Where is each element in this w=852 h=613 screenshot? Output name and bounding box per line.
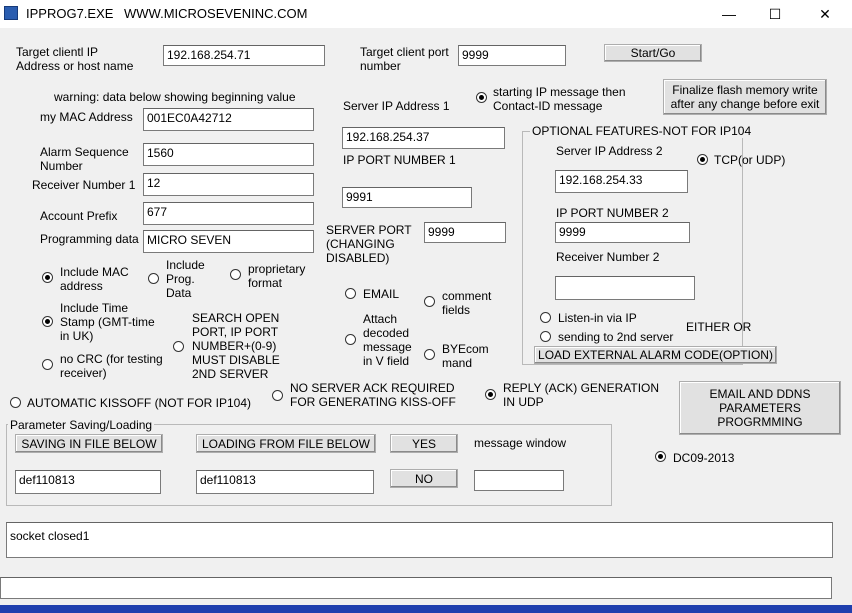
server-ip2-field[interactable]: 192.168.254.33 <box>555 170 688 193</box>
tcp-radio[interactable] <box>697 154 708 165</box>
server-port-field[interactable]: 9999 <box>424 222 506 243</box>
comment-label: comment fields <box>442 289 492 317</box>
listen-in-label: Listen-in via IP <box>558 311 637 325</box>
save-file-button[interactable]: SAVING IN FILE BELOW <box>15 434 163 453</box>
port1-label: IP PORT NUMBER 1 <box>343 153 456 167</box>
contact-id-radio[interactable] <box>476 92 487 103</box>
target-ip-label: Target clientl IP Address or host name <box>16 45 134 73</box>
close-icon[interactable]: ✕ <box>802 0 848 28</box>
app-icon <box>4 6 18 20</box>
email-label: EMAIL <box>363 287 400 301</box>
server-port-label: SERVER PORT (CHANGING DISABLED) <box>326 223 412 265</box>
minimize-icon[interactable]: — <box>706 0 752 28</box>
window-url: WWW.MICROSEVENINC.COM <box>124 6 308 21</box>
server-ip1-label: Server IP Address 1 <box>343 99 450 113</box>
second-server-radio[interactable] <box>540 331 551 342</box>
no-crc-radio[interactable] <box>42 359 53 370</box>
listen-in-radio[interactable] <box>540 312 551 323</box>
port2-label: IP PORT NUMBER 2 <box>556 206 669 220</box>
no-crc-label: no CRC (for testing receiver) <box>60 352 163 380</box>
optional-features-title: OPTIONAL FEATURES-NOT FOR IP104 <box>530 124 754 138</box>
no-ack-label: NO SERVER ACK REQUIRED FOR GENERATING KI… <box>290 381 456 409</box>
window-title: IPPROG7.EXE <box>26 6 114 21</box>
alarm-seq-field[interactable]: 1560 <box>143 143 314 166</box>
account-field[interactable]: 677 <box>143 202 314 225</box>
search-port-radio[interactable] <box>173 341 184 352</box>
contact-id-label: starting IP message then Contact-ID mess… <box>493 85 626 113</box>
mac-label: my MAC Address <box>40 110 133 124</box>
either-or-label: EITHER OR <box>686 320 752 334</box>
auto-kissoff-radio[interactable] <box>10 397 21 408</box>
dc09-label: DC09-2013 <box>673 451 735 465</box>
auto-kissoff-label: AUTOMATIC KISSOFF (NOT FOR IP104) <box>27 396 252 410</box>
byecom-label: BYEcom mand <box>442 342 489 370</box>
reply-ack-radio[interactable] <box>485 389 496 400</box>
load-alarm-code-button[interactable]: LOAD EXTERNAL ALARM CODE(OPTION) <box>534 346 777 364</box>
port1-field[interactable]: 9991 <box>342 187 472 208</box>
receiver-field[interactable]: 12 <box>143 173 314 196</box>
include-prog-radio[interactable] <box>148 273 159 284</box>
port2-field[interactable]: 9999 <box>555 222 690 243</box>
second-server-label: sending to 2nd server <box>558 330 674 344</box>
no-button[interactable]: NO <box>390 469 458 488</box>
param-group-title: Parameter Saving/Loading <box>8 418 155 432</box>
status-box[interactable]: socket closed1 <box>6 522 833 558</box>
load-file-button[interactable]: LOADING FROM FILE BELOW <box>196 434 376 453</box>
include-prog-label: Include Prog. Data <box>166 258 205 300</box>
email-ddns-button[interactable]: EMAIL AND DDNS PARAMETERS PROGRMMING <box>679 381 841 435</box>
receiver-label: Receiver Number 1 <box>32 178 136 192</box>
dc09-radio[interactable] <box>655 451 666 462</box>
alarm-seq-label: Alarm Sequence Number <box>40 145 129 173</box>
tcp-label: TCP(or UDP) <box>714 153 786 167</box>
include-mac-radio[interactable] <box>42 272 53 283</box>
target-ip-field[interactable]: 192.168.254.71 <box>163 45 325 66</box>
target-port-label: Target client port number <box>360 45 449 73</box>
reply-ack-label: REPLY (ACK) GENERATION IN UDP <box>503 381 660 409</box>
timestamp-label: Include Time Stamp (GMT-time in UK) <box>60 301 155 343</box>
receiver2-label: Receiver Number 2 <box>556 250 660 264</box>
email-radio[interactable] <box>345 288 356 299</box>
yes-button[interactable]: YES <box>390 434 458 453</box>
warning-text: warning: data below showing beginning va… <box>54 90 296 104</box>
proprietary-label: proprietary format <box>248 262 306 290</box>
search-port-label: SEARCH OPEN PORT, IP PORT NUMBER+(0-9) M… <box>192 311 280 381</box>
prog-data-field[interactable]: MICRO SEVEN <box>143 230 314 253</box>
proprietary-radio[interactable] <box>230 269 241 280</box>
attach-label: Attach decoded message in V field <box>363 312 412 368</box>
comment-radio[interactable] <box>424 296 435 307</box>
maximize-icon[interactable]: ☐ <box>752 0 798 28</box>
start-go-button[interactable]: Start/Go <box>604 44 702 62</box>
save-file-field[interactable]: def110813 <box>15 470 161 494</box>
server-ip2-label: Server IP Address 2 <box>556 144 663 158</box>
load-file-field[interactable]: def110813 <box>196 470 374 494</box>
include-mac-label: Include MAC address <box>60 265 129 293</box>
account-label: Account Prefix <box>40 209 118 223</box>
message-window-field[interactable] <box>474 470 564 491</box>
server-ip1-field[interactable]: 192.168.254.37 <box>342 127 505 149</box>
attach-radio[interactable] <box>345 334 356 345</box>
timestamp-radio[interactable] <box>42 316 53 327</box>
status-box-2[interactable] <box>0 577 832 599</box>
target-port-field[interactable]: 9999 <box>458 45 566 66</box>
taskbar-strip <box>0 605 852 613</box>
no-ack-radio[interactable] <box>272 390 283 401</box>
prog-data-label: Programming data <box>40 232 139 246</box>
mac-field[interactable]: 001EC0A42712 <box>143 108 314 131</box>
receiver2-field[interactable] <box>555 276 695 300</box>
finalize-flash-button[interactable]: Finalize flash memory write after any ch… <box>663 79 827 115</box>
message-window-label: message window <box>474 436 567 450</box>
byecom-radio[interactable] <box>424 349 435 360</box>
